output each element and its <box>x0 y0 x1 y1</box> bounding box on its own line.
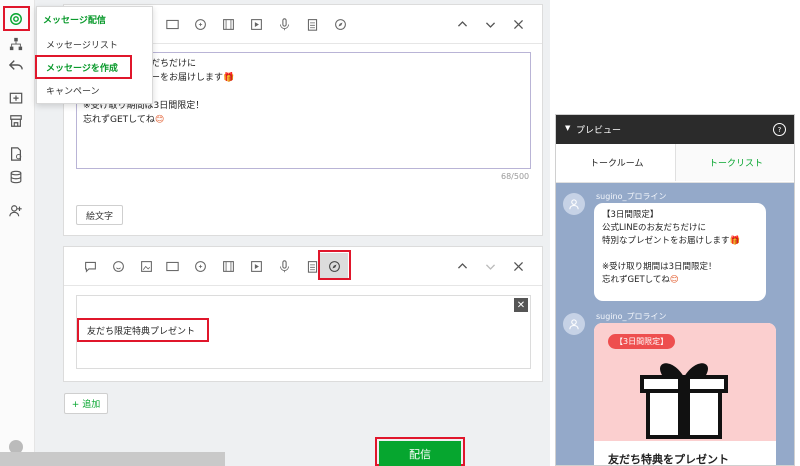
remove-card-icon[interactable]: ✕ <box>514 298 528 312</box>
gift-box-icon <box>640 363 728 439</box>
preview-pane: ▼ プレビュー ? トークルーム トークリスト sugino_プロライン 【3日… <box>555 114 795 466</box>
preview-title: プレビュー <box>576 126 622 136</box>
icon-rail <box>0 0 35 466</box>
preview-header: ▼ プレビュー ? <box>556 115 794 144</box>
gift-card-hero: 【3日間限定】 <box>594 323 776 441</box>
bubble-blank-line <box>602 248 758 261</box>
close-icon-2[interactable] <box>510 258 526 274</box>
card-badge: 【3日間限定】 <box>608 334 676 349</box>
char-counter: 68/500 <box>501 172 530 181</box>
highlight-compass <box>318 250 351 280</box>
menu-item-campaign[interactable]: キャンペーン <box>46 84 100 97</box>
avatar-2 <box>563 313 585 335</box>
video-icon-2[interactable] <box>220 258 236 274</box>
highlight-broadcast <box>3 6 30 31</box>
broadcast-menu: メッセージ配信 メッセージリスト メッセージを作成 キャンペーン <box>35 6 153 104</box>
play-icon[interactable] <box>248 16 264 32</box>
smile-icon[interactable] <box>110 258 126 274</box>
bubble-line-6: 忘れずGETしてね😊 <box>602 275 679 285</box>
emoji-button[interactable]: 絵文字 <box>76 205 123 225</box>
send-button[interactable]: 配信 <box>379 441 461 466</box>
sender-name-2: sugino_プロライン <box>596 312 667 321</box>
gift-card[interactable]: 【3日間限定】 友だち特典をプレゼント <box>594 323 776 466</box>
play-icon-2[interactable] <box>248 258 264 274</box>
menu-header: メッセージ配信 <box>43 16 106 26</box>
bubble-line-1: 【3日間限定】 <box>602 210 659 220</box>
tab-talklist-label: トークリスト <box>709 159 764 169</box>
chevron-down-icon[interactable] <box>482 16 498 32</box>
clipboard-icon[interactable] <box>304 16 320 32</box>
chat-bubble: 【3日間限定】 公式LINEのお友だちだけに 特別なプレゼントをお届けします🎁 … <box>594 203 766 301</box>
preview-tabs: トークルーム トークリスト <box>556 144 794 183</box>
sticker-bubble-icon-2[interactable] <box>192 258 208 274</box>
close-icon[interactable] <box>510 16 526 32</box>
card-title-input[interactable]: 友だち限定特典プレゼント <box>77 318 209 342</box>
image-icon-2[interactable] <box>164 258 180 274</box>
card-title: 友だち特典をプレゼント <box>608 453 729 466</box>
video-icon[interactable] <box>220 16 236 32</box>
org-chart-icon[interactable] <box>7 35 25 53</box>
compass-icon[interactable] <box>332 16 348 32</box>
sticker-bubble-icon[interactable] <box>192 16 208 32</box>
horizontal-scrollbar[interactable] <box>0 452 225 466</box>
add-user-icon[interactable] <box>7 202 25 220</box>
reply-icon[interactable] <box>7 56 25 74</box>
tab-talkroom[interactable]: トークルーム <box>556 144 676 181</box>
chat-area: sugino_プロライン 【3日間限定】 公式LINEのお友だちだけに 特別なプ… <box>556 183 794 466</box>
card-editor: ✕ 友だち限定特典プレゼント <box>76 295 531 369</box>
add-button[interactable]: + 追加 <box>64 393 108 414</box>
bubble-line-2: 公式LINEのお友だちだけに <box>602 223 706 233</box>
caret-down-icon[interactable]: ▼ <box>565 124 570 132</box>
message-panel-2: ✕ 友だち限定特典プレゼント <box>63 246 543 382</box>
photo-icon[interactable] <box>138 258 154 274</box>
message-line-5: 忘れずGETしてね😊 <box>83 115 165 125</box>
menu-item-message-list[interactable]: メッセージリスト <box>46 38 118 51</box>
chevron-up-icon-2[interactable] <box>454 258 470 274</box>
database-icon[interactable] <box>7 168 25 186</box>
chevron-up-icon[interactable] <box>454 16 470 32</box>
bubble-line-5: ※受け取り期間は3日間限定！ <box>602 262 717 272</box>
shop-icon[interactable] <box>7 112 25 130</box>
chevron-down-icon-2[interactable] <box>482 258 498 274</box>
help-icon[interactable]: ? <box>773 123 786 136</box>
mic-icon-2[interactable] <box>276 258 292 274</box>
image-icon[interactable] <box>164 16 180 32</box>
tab-talklist[interactable]: トークリスト <box>676 144 794 181</box>
avatar <box>563 193 585 215</box>
tab-talkroom-label: トークルーム <box>590 159 644 169</box>
text-bubble-icon[interactable] <box>82 258 98 274</box>
menu-item-create-message[interactable]: メッセージを作成 <box>46 61 118 74</box>
document-icon[interactable] <box>7 145 25 163</box>
message-toolbar-2 <box>64 247 542 286</box>
bubble-line-3: 特別なプレゼントをお届けします🎁 <box>602 236 741 246</box>
add-message-icon[interactable] <box>7 90 25 108</box>
mic-icon[interactable] <box>276 16 292 32</box>
sender-name: sugino_プロライン <box>596 192 667 201</box>
